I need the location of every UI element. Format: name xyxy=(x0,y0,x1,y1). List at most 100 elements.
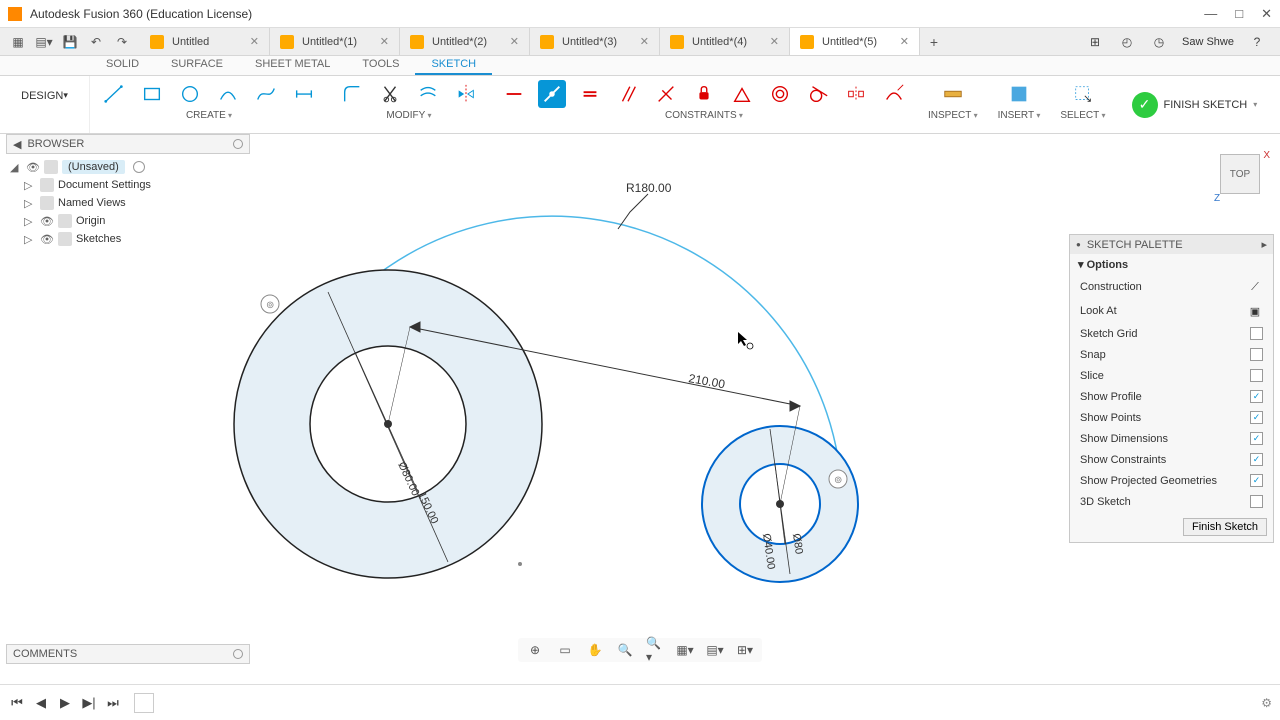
tab-close[interactable]: ✕ xyxy=(250,35,259,48)
tab-close[interactable]: ✕ xyxy=(770,35,779,48)
curvature-constraint[interactable] xyxy=(880,80,908,108)
finish-sketch-palette-button[interactable]: Finish Sketch xyxy=(1183,518,1267,536)
undo-button[interactable]: ↶ xyxy=(86,32,106,52)
palette-row-show-points[interactable]: Show Points✓ xyxy=(1070,407,1273,428)
palette-row-show-profile[interactable]: Show Profile✓ xyxy=(1070,386,1273,407)
mirror-tool[interactable] xyxy=(452,80,480,108)
timeline-end[interactable]: ⏭ xyxy=(104,694,122,712)
line-tool[interactable] xyxy=(100,80,128,108)
checkbox[interactable]: ✓ xyxy=(1250,432,1263,445)
horizontal-constraint[interactable] xyxy=(500,80,528,108)
doc-tab-5[interactable]: Untitled*(5)✕ xyxy=(790,28,920,55)
workspace-selector[interactable]: DESIGN xyxy=(0,76,90,133)
viewcube[interactable]: TOP X Z xyxy=(1220,154,1260,194)
fix-constraint[interactable] xyxy=(690,80,718,108)
comments-options-icon[interactable] xyxy=(233,649,243,659)
tangent-constraint[interactable] xyxy=(804,80,832,108)
env-tab-sketch[interactable]: SKETCH xyxy=(415,56,492,75)
palette-row-3d-sketch[interactable]: 3D Sketch xyxy=(1070,491,1273,512)
orbit-icon[interactable]: ⊕ xyxy=(526,641,544,659)
trim-tool[interactable] xyxy=(376,80,404,108)
timeline-settings-icon[interactable]: ⚙ xyxy=(1261,696,1272,710)
timeline-forward[interactable]: ▶| xyxy=(80,694,98,712)
offset-tool[interactable] xyxy=(414,80,442,108)
grid-settings-icon[interactable]: ▤▾ xyxy=(706,641,724,659)
concentric-constraint[interactable] xyxy=(766,80,794,108)
palette-row-construction[interactable]: Construction⟋ xyxy=(1070,275,1273,299)
env-tab-solid[interactable]: SOLID xyxy=(90,56,155,75)
expand-icon[interactable]: ▷ xyxy=(24,233,36,246)
circle-tool[interactable] xyxy=(176,80,204,108)
equal-constraint[interactable] xyxy=(576,80,604,108)
tab-close[interactable]: ✕ xyxy=(380,35,389,48)
checkbox[interactable] xyxy=(1250,327,1263,340)
timeline-start[interactable]: ⏮ xyxy=(8,694,26,712)
checkbox[interactable]: ✓ xyxy=(1250,453,1263,466)
palette-row-look-at[interactable]: Look At▣ xyxy=(1070,299,1273,323)
doc-tab-3[interactable]: Untitled*(3)✕ xyxy=(530,28,660,55)
select-tool[interactable] xyxy=(1069,80,1097,108)
insert-label[interactable]: INSERT xyxy=(998,110,1041,121)
create-label[interactable]: CREATE xyxy=(186,110,232,121)
minimize-button[interactable]: — xyxy=(1204,6,1217,22)
viewport-icon[interactable]: ⊞▾ xyxy=(736,641,754,659)
redo-button[interactable]: ↷ xyxy=(112,32,132,52)
visibility-icon[interactable]: 👁 xyxy=(40,233,54,246)
tree-item-origin[interactable]: ▷👁Origin xyxy=(6,212,250,230)
env-tab-tools[interactable]: TOOLS xyxy=(346,56,415,75)
parallel-constraint[interactable] xyxy=(614,80,642,108)
insert-tool[interactable] xyxy=(1005,80,1033,108)
display-settings-icon[interactable]: ▦▾ xyxy=(676,641,694,659)
help-icon[interactable]: ? xyxy=(1248,33,1266,51)
inspect-label[interactable]: INSPECT xyxy=(928,110,978,121)
close-button[interactable]: ✕ xyxy=(1261,6,1272,22)
palette-row-slice[interactable]: Slice xyxy=(1070,365,1273,386)
look-at-icon[interactable]: ▭ xyxy=(556,641,574,659)
expand-icon[interactable]: ▷ xyxy=(24,179,36,192)
palette-row-show-dimensions[interactable]: Show Dimensions✓ xyxy=(1070,428,1273,449)
env-tab-sheetmetal[interactable]: SHEET METAL xyxy=(239,56,346,75)
data-panel-button[interactable]: ▦ xyxy=(8,32,28,52)
construction-icon[interactable]: ⟋ xyxy=(1247,279,1263,295)
timeline-back[interactable]: ◀ xyxy=(32,694,50,712)
spline-tool[interactable] xyxy=(252,80,280,108)
pan-icon[interactable]: ✋ xyxy=(586,641,604,659)
tree-root[interactable]: ◢ 👁 (Unsaved) xyxy=(6,158,250,176)
timeline-feature-sketch[interactable] xyxy=(134,693,154,713)
constraints-label[interactable]: CONSTRAINTS xyxy=(665,110,743,121)
tree-item-namedviews[interactable]: ▷Named Views xyxy=(6,194,250,212)
activate-radio[interactable] xyxy=(133,161,145,173)
fillet-tool[interactable] xyxy=(338,80,366,108)
checkbox[interactable] xyxy=(1250,495,1263,508)
viewcube-face[interactable]: TOP xyxy=(1220,154,1260,194)
palette-header[interactable]: SKETCH PALETTE▸ xyxy=(1070,235,1273,254)
measure-tool[interactable] xyxy=(939,80,967,108)
perpendicular-constraint[interactable] xyxy=(652,80,680,108)
visibility-icon[interactable]: 👁 xyxy=(26,161,40,174)
lookat-icon[interactable]: ▣ xyxy=(1247,303,1263,319)
palette-row-show-constraints[interactable]: Show Constraints✓ xyxy=(1070,449,1273,470)
expand-icon[interactable]: ▷ xyxy=(24,215,36,228)
modify-label[interactable]: MODIFY xyxy=(386,110,431,121)
checkbox[interactable] xyxy=(1250,348,1263,361)
palette-row-sketch-grid[interactable]: Sketch Grid xyxy=(1070,323,1273,344)
new-tab-button[interactable]: + xyxy=(920,28,948,55)
checkbox[interactable]: ✓ xyxy=(1250,474,1263,487)
comments-bar[interactable]: COMMENTS xyxy=(6,644,250,664)
file-menu-button[interactable]: ▤▾ xyxy=(34,32,54,52)
tree-item-docsettings[interactable]: ▷Document Settings xyxy=(6,176,250,194)
palette-row-snap[interactable]: Snap xyxy=(1070,344,1273,365)
browser-header[interactable]: ◀ BROWSER xyxy=(6,134,250,154)
doc-tab-4[interactable]: Untitled*(4)✕ xyxy=(660,28,790,55)
tree-item-sketches[interactable]: ▷👁Sketches xyxy=(6,230,250,248)
coincident-constraint[interactable] xyxy=(538,80,566,108)
user-name[interactable]: Saw Shwe xyxy=(1182,36,1234,48)
pin-icon[interactable]: ▸ xyxy=(1261,238,1267,251)
checkbox[interactable]: ✓ xyxy=(1250,390,1263,403)
env-tab-surface[interactable]: SURFACE xyxy=(155,56,239,75)
tab-close[interactable]: ✕ xyxy=(640,35,649,48)
visibility-icon[interactable]: 👁 xyxy=(40,215,54,228)
dimension-tool[interactable] xyxy=(290,80,318,108)
doc-tab-2[interactable]: Untitled*(2)✕ xyxy=(400,28,530,55)
fit-icon[interactable]: 🔍▾ xyxy=(646,641,664,659)
